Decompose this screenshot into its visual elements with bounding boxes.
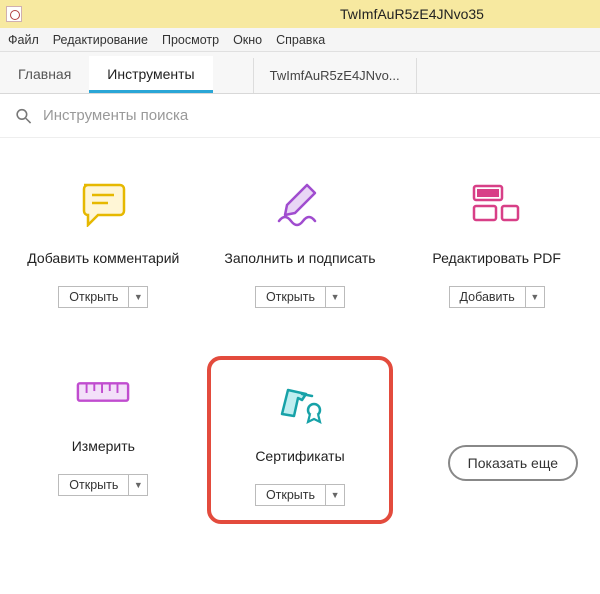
menu-file[interactable]: Файл [8, 33, 39, 47]
window-title: TwImfAuR5zE4JNvo35 [30, 6, 594, 22]
open-button[interactable]: Открыть ▼ [58, 286, 148, 308]
chevron-down-icon[interactable]: ▼ [326, 485, 344, 505]
titlebar: TwImfAuR5zE4JNvo35 [0, 0, 600, 28]
tool-certificates[interactable]: Сертификаты Открыть ▼ [207, 356, 394, 524]
edit-pdf-icon [469, 176, 525, 232]
tool-edit-pdf[interactable]: Редактировать PDF Добавить ▼ [403, 168, 590, 316]
chevron-down-icon[interactable]: ▼ [129, 475, 147, 495]
tool-label: Добавить комментарий [27, 240, 179, 276]
tab-document[interactable]: TwImfAuR5zE4JNvo... [253, 58, 417, 93]
tool-label: Измерить [72, 428, 135, 464]
sign-icon [272, 176, 328, 232]
tabbar: Главная Инструменты TwImfAuR5zE4JNvo... [0, 52, 600, 94]
search-icon [14, 106, 33, 126]
tab-home[interactable]: Главная [0, 56, 89, 93]
comment-icon [75, 176, 131, 232]
menu-window[interactable]: Окно [233, 33, 262, 47]
menu-help[interactable]: Справка [276, 33, 325, 47]
show-more-button[interactable]: Показать еще [448, 445, 578, 481]
tool-label: Заполнить и подписать [224, 240, 375, 276]
chevron-down-icon[interactable]: ▼ [526, 287, 544, 307]
ruler-icon [75, 364, 131, 420]
menubar: Файл Редактирование Просмотр Окно Справк… [0, 28, 600, 52]
tab-tools[interactable]: Инструменты [89, 56, 212, 93]
open-button[interactable]: Открыть ▼ [255, 484, 345, 506]
open-button[interactable]: Открыть ▼ [58, 474, 148, 496]
menu-edit[interactable]: Редактирование [53, 33, 148, 47]
tool-measure[interactable]: Измерить Открыть ▼ [10, 356, 197, 524]
tool-fill-sign[interactable]: Заполнить и подписать Открыть ▼ [207, 168, 394, 316]
add-button[interactable]: Добавить ▼ [449, 286, 545, 308]
app-icon [6, 6, 22, 22]
certificate-icon [272, 374, 328, 430]
chevron-down-icon[interactable]: ▼ [129, 287, 147, 307]
tools-search-bar [0, 94, 600, 138]
search-input[interactable] [43, 107, 586, 124]
tool-add-comment[interactable]: Добавить комментарий Открыть ▼ [10, 168, 197, 316]
open-button[interactable]: Открыть ▼ [255, 286, 345, 308]
chevron-down-icon[interactable]: ▼ [326, 287, 344, 307]
tool-label: Редактировать PDF [432, 240, 561, 276]
menu-view[interactable]: Просмотр [162, 33, 219, 47]
tool-label: Сертификаты [255, 438, 344, 474]
